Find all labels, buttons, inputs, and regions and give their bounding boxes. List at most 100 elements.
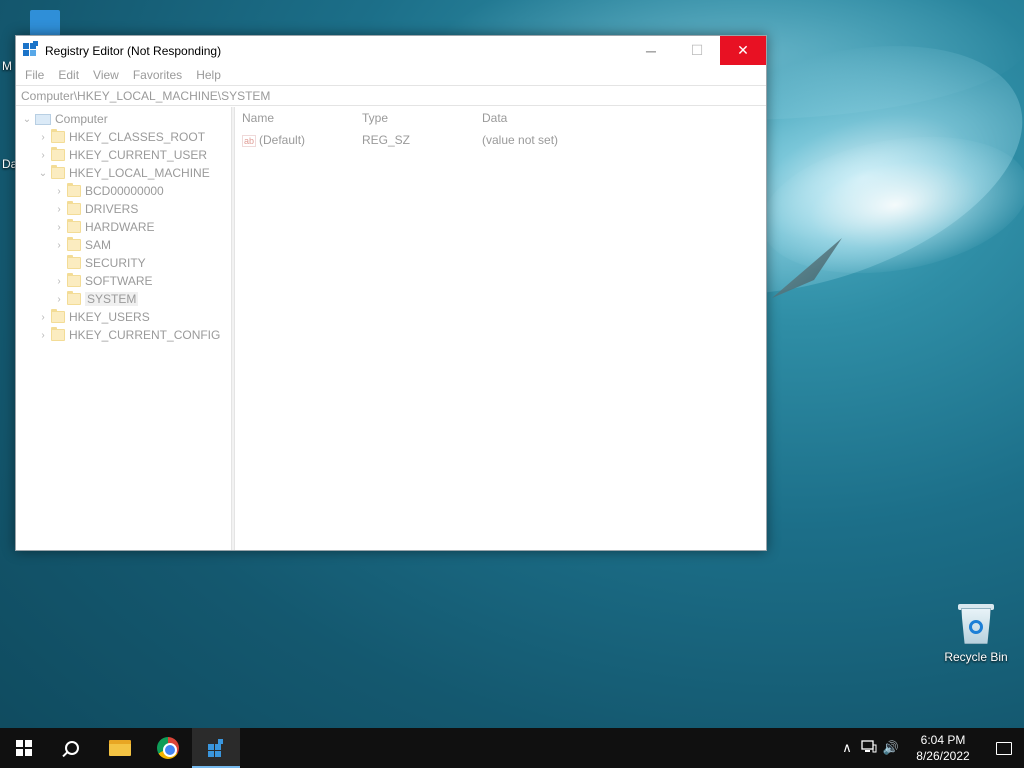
value-row[interactable]: ab (Default) REG_SZ (value not set) [235, 129, 766, 151]
tree-node-hardware[interactable]: › HARDWARE [16, 218, 231, 236]
registry-editor-taskbar-button[interactable] [192, 728, 240, 768]
tree-node-software[interactable]: › SOFTWARE [16, 272, 231, 290]
folder-icon [67, 237, 81, 251]
chevron-right-icon[interactable]: › [53, 240, 65, 251]
maximize-button[interactable]: ☐ [674, 36, 720, 65]
tree-node-hku[interactable]: › HKEY_USERS [16, 308, 231, 326]
close-button[interactable]: ✕ [720, 36, 766, 65]
chrome-button[interactable] [144, 728, 192, 768]
title-bar[interactable]: Registry Editor (Not Responding) ─ ☐ ✕ [16, 36, 766, 65]
action-center-button[interactable] [984, 728, 1024, 768]
clock[interactable]: 6:04 PM 8/26/2022 [908, 732, 978, 764]
menu-file[interactable]: File [18, 68, 51, 82]
values-list[interactable]: Name Type Data ab (Default) REG_SZ (value… [235, 107, 766, 550]
chevron-down-icon[interactable]: ⌄ [21, 114, 33, 125]
string-value-icon: ab [242, 135, 257, 147]
folder-icon [67, 291, 81, 305]
tree-label: HARDWARE [85, 220, 155, 234]
value-type: REG_SZ [362, 133, 411, 147]
tree-node-drivers[interactable]: › DRIVERS [16, 200, 231, 218]
column-header-type[interactable]: Type [362, 111, 388, 125]
chevron-right-icon[interactable]: › [37, 330, 49, 341]
menu-view[interactable]: View [86, 68, 126, 82]
key-tree[interactable]: ⌄ Computer › HKEY_CLASSES_ROOT › HKEY_CU… [16, 107, 232, 550]
tree-label: HKEY_CLASSES_ROOT [69, 130, 206, 144]
folder-icon [51, 147, 65, 161]
value-name-cell: ab (Default) [242, 133, 305, 147]
folder-icon [67, 219, 81, 233]
notification-icon [996, 741, 1012, 755]
tree-label: HKEY_CURRENT_USER [69, 148, 208, 162]
tree-node-bcd[interactable]: › BCD00000000 [16, 182, 231, 200]
column-header-data[interactable]: Data [482, 111, 507, 125]
chevron-right-icon[interactable]: › [53, 186, 65, 197]
clock-date: 8/26/2022 [916, 749, 970, 763]
minimize-button[interactable]: ─ [628, 36, 674, 65]
value-name: (Default) [259, 133, 306, 147]
tree-node-computer[interactable]: ⌄ Computer [16, 110, 231, 128]
chevron-right-icon[interactable]: › [37, 150, 49, 161]
menu-favorites[interactable]: Favorites [126, 68, 189, 82]
search-icon [65, 741, 79, 755]
windows-logo-icon [16, 740, 32, 756]
window-title: Registry Editor (Not Responding) [45, 43, 222, 58]
menu-help[interactable]: Help [189, 68, 228, 82]
show-hidden-icons-chevron-icon[interactable]: ∧ [836, 740, 858, 756]
tree-label-selected: SYSTEM [85, 292, 139, 306]
file-explorer-button[interactable] [96, 728, 144, 768]
network-icon[interactable] [858, 739, 880, 757]
file-explorer-icon [109, 740, 131, 756]
tree-label: Computer [55, 112, 108, 126]
taskbar: ∧ 🔊 6:04 PM 8/26/2022 [0, 728, 1024, 768]
chevron-right-icon[interactable]: › [53, 294, 65, 305]
recycle-bin[interactable]: Recycle Bin [940, 600, 1012, 664]
menu-edit[interactable]: Edit [51, 68, 86, 82]
column-header-name[interactable]: Name [242, 111, 274, 125]
tree-label: SECURITY [85, 256, 146, 270]
chevron-right-icon[interactable]: › [37, 312, 49, 323]
tree-label: BCD00000000 [85, 184, 164, 198]
system-tray: ∧ 🔊 6:04 PM 8/26/2022 [836, 728, 1024, 768]
tree-node-hklm[interactable]: ⌄ HKEY_LOCAL_MACHINE [16, 164, 231, 182]
clock-time: 6:04 PM [920, 733, 966, 747]
folder-icon [67, 255, 81, 269]
desktop-folder-icon[interactable] [30, 10, 60, 36]
tree-node-sam[interactable]: › SAM [16, 236, 231, 254]
chevron-right-icon[interactable]: › [53, 204, 65, 215]
desktop-icon-label-peek: M [2, 59, 12, 73]
registry-editor-window[interactable]: Registry Editor (Not Responding) ─ ☐ ✕ F… [15, 35, 767, 551]
tree-label: SAM [85, 238, 112, 252]
tree-label: HKEY_USERS [69, 310, 150, 324]
folder-icon [51, 327, 65, 341]
address-bar[interactable]: Computer\HKEY_LOCAL_MACHINE\SYSTEM [16, 85, 766, 106]
registry-editor-icon [23, 40, 39, 59]
start-button[interactable] [0, 728, 48, 768]
folder-icon [67, 183, 81, 197]
folder-icon [51, 309, 65, 323]
folder-open-icon [51, 165, 65, 179]
chevron-down-icon[interactable]: ⌄ [37, 168, 49, 179]
folder-icon [51, 129, 65, 143]
chevron-right-icon[interactable]: › [53, 276, 65, 287]
recycle-bin-label: Recycle Bin [944, 650, 1008, 664]
tree-node-hkcc[interactable]: › HKEY_CURRENT_CONFIG [16, 326, 231, 344]
tree-label: DRIVERS [85, 202, 139, 216]
folder-icon [67, 201, 81, 215]
value-data: (value not set) [482, 133, 559, 147]
tree-label: SOFTWARE [85, 274, 153, 288]
tree-label: HKEY_LOCAL_MACHINE [69, 166, 210, 180]
tree-node-security[interactable]: SECURITY [16, 254, 231, 272]
search-button[interactable] [48, 728, 96, 768]
tree-node-hkcu[interactable]: › HKEY_CURRENT_USER [16, 146, 231, 164]
tree-node-system[interactable]: › SYSTEM [16, 290, 231, 308]
computer-icon [35, 113, 51, 125]
values-header: Name Type Data [235, 107, 766, 129]
chrome-icon [157, 737, 179, 759]
recycle-bin-icon [958, 602, 994, 646]
chevron-right-icon[interactable]: › [53, 222, 65, 233]
registry-editor-icon [206, 738, 226, 758]
tree-node-hkcr[interactable]: › HKEY_CLASSES_ROOT [16, 128, 231, 146]
folder-icon [67, 273, 81, 287]
volume-icon[interactable]: 🔊 [880, 740, 902, 756]
chevron-right-icon[interactable]: › [37, 132, 49, 143]
